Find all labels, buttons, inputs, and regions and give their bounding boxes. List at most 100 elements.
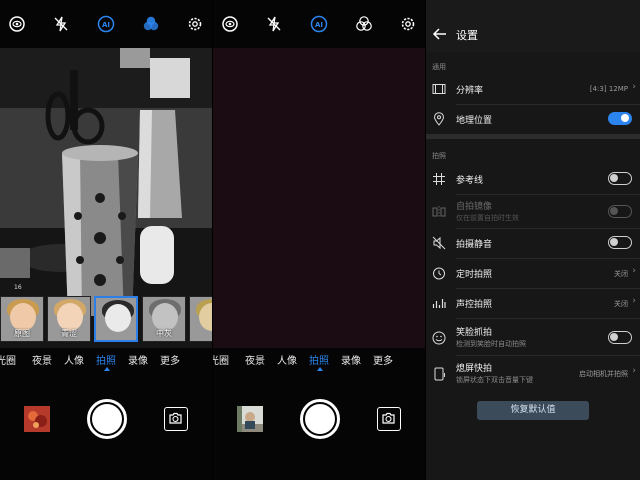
filter-original[interactable]: 原图 bbox=[0, 296, 44, 342]
mode-night[interactable]: 夜景 bbox=[245, 352, 265, 367]
mirror-toggle bbox=[608, 205, 632, 218]
mode-aperture[interactable]: 光圈 bbox=[0, 352, 16, 367]
thumb-face bbox=[57, 303, 83, 331]
chevron-right-icon: › bbox=[632, 266, 636, 276]
smile-icon bbox=[432, 331, 446, 345]
divider bbox=[456, 258, 640, 259]
toggle-knob bbox=[610, 207, 618, 215]
settings-header: 设置 bbox=[426, 0, 640, 52]
setting-mute[interactable]: 拍摄静音 bbox=[426, 234, 640, 256]
gallery-thumbnail[interactable] bbox=[24, 406, 50, 432]
restore-defaults-button[interactable]: 恢复默认值 bbox=[477, 401, 589, 420]
thumb-face bbox=[199, 303, 212, 331]
thumb-face bbox=[10, 303, 36, 331]
divider bbox=[456, 228, 640, 229]
setting-resolution[interactable]: 分辨率 [4:3] 12MP › bbox=[426, 80, 640, 102]
section-divider bbox=[426, 134, 640, 139]
setting-subtitle: 检测到笑脸时自动拍照 bbox=[456, 340, 526, 348]
setting-value: 关闭 bbox=[614, 270, 628, 278]
grid-toggle[interactable] bbox=[608, 172, 632, 185]
timer-icon bbox=[432, 266, 446, 280]
camera-filter-screen: AI 16 原图 青涩 中灰 光圈 夜景 人像 拍照 录像 更多 bbox=[0, 0, 212, 480]
mode-more[interactable]: 更多 bbox=[373, 352, 393, 367]
ai-icon[interactable]: AI bbox=[310, 15, 328, 33]
shutter-button[interactable] bbox=[300, 399, 340, 439]
setting-smile[interactable]: 笑脸抓拍 检测到笑脸时自动拍照 bbox=[426, 324, 640, 352]
mode-portrait[interactable]: 人像 bbox=[277, 352, 297, 367]
switch-camera-button[interactable] bbox=[164, 407, 188, 431]
camera-plain-screen: AI 光圈 夜景 人像 拍照 录像 更多 bbox=[213, 0, 425, 480]
filter-label: 原图 bbox=[14, 329, 30, 338]
setting-timer[interactable]: 定时拍照 关闭 › bbox=[426, 264, 640, 286]
eye-icon[interactable] bbox=[8, 15, 26, 33]
divider bbox=[456, 288, 640, 289]
mode-more[interactable]: 更多 bbox=[160, 352, 180, 367]
location-pin-icon bbox=[432, 112, 446, 126]
divider bbox=[456, 318, 640, 319]
setting-title: 声控拍照 bbox=[456, 300, 493, 310]
mute-toggle[interactable] bbox=[608, 236, 632, 249]
active-mode-indicator bbox=[317, 367, 323, 371]
mode-night[interactable]: 夜景 bbox=[32, 352, 52, 367]
mode-portrait[interactable]: 人像 bbox=[64, 352, 84, 367]
filter-label: 青涩 bbox=[61, 329, 77, 338]
viewfinder[interactable] bbox=[213, 48, 425, 348]
smile-toggle[interactable] bbox=[608, 331, 632, 344]
location-toggle[interactable] bbox=[608, 112, 632, 125]
switch-camera-icon bbox=[382, 412, 395, 424]
flash-off-icon[interactable] bbox=[265, 15, 283, 33]
setting-title: 分辨率 bbox=[456, 86, 484, 96]
gear-icon[interactable] bbox=[186, 15, 204, 33]
film-icon bbox=[432, 82, 446, 96]
filter-next[interactable] bbox=[189, 296, 212, 342]
setting-value: [4:3] 12MP bbox=[589, 85, 628, 93]
gallery-thumbnail[interactable] bbox=[237, 406, 263, 432]
gear-icon[interactable] bbox=[399, 15, 417, 33]
setting-title: 自拍镜像 bbox=[456, 202, 493, 212]
filter-zhonghui[interactable]: 中灰 bbox=[142, 296, 186, 342]
chevron-right-icon: › bbox=[632, 82, 636, 92]
zoom-badge: 16 bbox=[14, 284, 22, 291]
divider bbox=[456, 355, 640, 356]
setting-voice[interactable]: 声控拍照 关闭 › bbox=[426, 294, 640, 316]
mode-photo[interactable]: 拍照 bbox=[96, 352, 116, 367]
setting-title: 熄屏快拍 bbox=[456, 364, 493, 374]
switch-camera-icon bbox=[169, 412, 182, 424]
setting-location[interactable]: 地理位置 bbox=[426, 110, 640, 132]
divider bbox=[456, 194, 640, 195]
eye-icon[interactable] bbox=[221, 15, 239, 33]
divider bbox=[456, 104, 640, 105]
back-arrow-icon[interactable] bbox=[432, 26, 448, 42]
setting-grid[interactable]: 参考线 bbox=[426, 170, 640, 192]
filter-icon[interactable] bbox=[355, 15, 373, 33]
setting-value: 启动相机并拍照 bbox=[579, 370, 628, 378]
filter-mono-selected[interactable] bbox=[94, 296, 138, 342]
switch-camera-button[interactable] bbox=[377, 407, 401, 431]
active-mode-indicator bbox=[104, 367, 110, 371]
chevron-right-icon: › bbox=[632, 296, 636, 306]
shutter-button[interactable] bbox=[87, 399, 127, 439]
filter-icon[interactable] bbox=[142, 15, 160, 33]
setting-quick-snapshot[interactable]: 熄屏快拍 锁屏状态下双击音量下键 启动相机并拍照 › bbox=[426, 360, 640, 388]
thumb-face bbox=[105, 304, 131, 332]
mode-video[interactable]: 录像 bbox=[341, 352, 361, 367]
camera-top-bar: AI bbox=[213, 0, 425, 48]
mirror-icon bbox=[432, 205, 446, 219]
settings-screen: 设置 通用 分辨率 [4:3] 12MP › 地理位置 拍照 参考线 自拍镜像 bbox=[426, 0, 640, 480]
mode-video[interactable]: 录像 bbox=[128, 352, 148, 367]
camera-top-bar: AI bbox=[0, 0, 212, 48]
flash-off-icon[interactable] bbox=[52, 15, 70, 33]
mode-aperture[interactable]: 光圈 bbox=[213, 352, 229, 367]
filter-label: 中灰 bbox=[156, 329, 172, 338]
mode-photo[interactable]: 拍照 bbox=[309, 352, 329, 367]
setting-title: 定时拍照 bbox=[456, 270, 493, 280]
viewfinder[interactable]: 16 原图 青涩 中灰 bbox=[0, 48, 212, 348]
toggle-knob bbox=[610, 238, 618, 246]
setting-subtitle: 锁屏状态下双击音量下键 bbox=[456, 376, 533, 384]
thumb-face bbox=[152, 303, 178, 331]
setting-title: 笑脸抓拍 bbox=[456, 328, 493, 338]
filter-qingse[interactable]: 青涩 bbox=[47, 296, 91, 342]
setting-subtitle: 仅在前置自拍时生效 bbox=[456, 214, 519, 222]
ai-icon[interactable]: AI bbox=[97, 15, 115, 33]
setting-title: 参考线 bbox=[456, 176, 484, 186]
